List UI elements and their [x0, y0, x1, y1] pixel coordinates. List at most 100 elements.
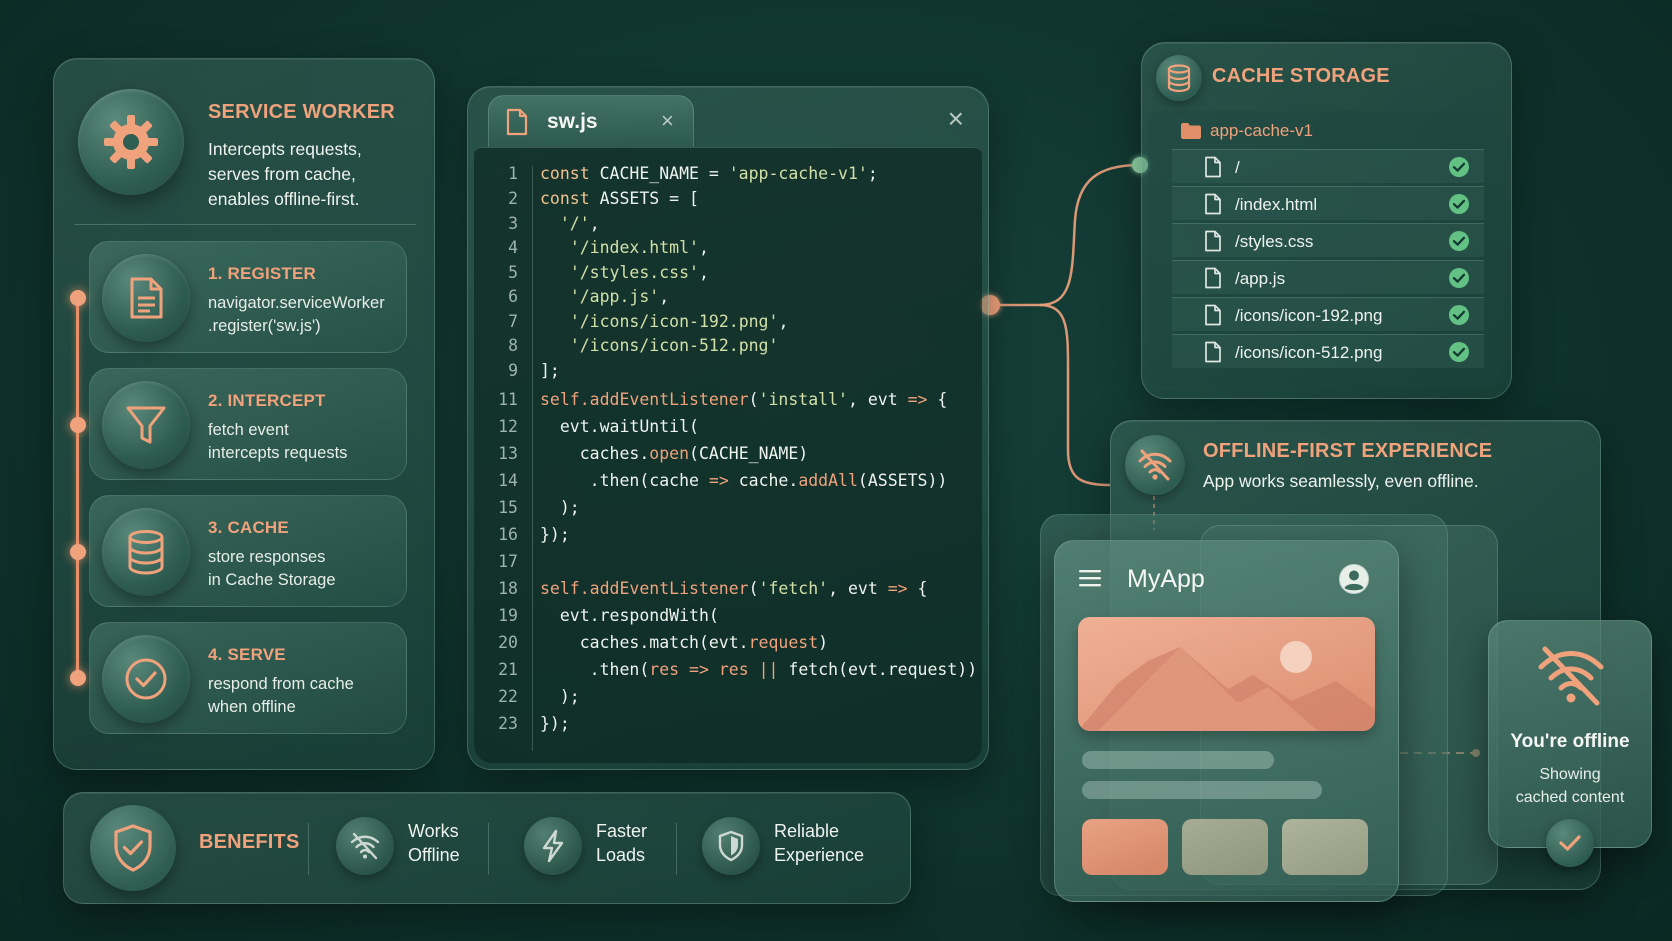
line-number: 16 [498, 525, 518, 544]
file-icon [1204, 193, 1222, 215]
benefit-label: Faster Loads [596, 821, 648, 865]
code-token: ); [540, 687, 580, 706]
file-path: / [1235, 158, 1240, 177]
lightning-icon [524, 817, 582, 875]
timeline-dot [70, 670, 86, 686]
file-path: /app.js [1235, 269, 1286, 288]
check-icon[interactable] [1546, 819, 1594, 867]
file-path: /index.html [1235, 195, 1318, 214]
step-intercept[interactable]: 2. INTERCEPT fetch event intercepts requ… [89, 368, 407, 480]
line-number: 23 [498, 714, 518, 733]
file-icon [1204, 341, 1222, 363]
code-token: fetch(evt.request)) [778, 660, 978, 679]
check-circle-icon [1448, 304, 1470, 326]
benefits-title: BENEFITS [199, 831, 300, 853]
avatar-icon[interactable] [1338, 563, 1370, 595]
step-cache[interactable]: 3. CACHE store responses in Cache Storag… [89, 495, 407, 607]
file-icon [1204, 156, 1222, 178]
cache-file-row[interactable]: /icons/icon-192.png [1172, 297, 1484, 331]
check-circle-icon [102, 635, 190, 723]
file-path: /icons/icon-512.png [1235, 343, 1383, 362]
line-number: 8 [508, 336, 518, 355]
step-title: 1. REGISTER [208, 264, 317, 283]
code-token: .then( [540, 660, 650, 679]
service-worker-title: SERVICE WORKER [208, 101, 395, 123]
code-token: { [907, 579, 928, 598]
code-token: self.addEventListener [540, 579, 749, 598]
code-line: 20 caches.match(evt.request) [474, 633, 982, 657]
cache-file-row[interactable]: /styles.css [1172, 223, 1484, 257]
code-token: => [689, 660, 709, 679]
code-body[interactable]: 1 const CACHE_NAME = 'app-cache-v1'; 2 cons… [474, 147, 982, 763]
code-token: ) [818, 633, 829, 652]
step-description: respond from cache when offline [208, 675, 354, 716]
cache-storage-panel: CACHE STORAGE app-cache-v1 / /index.html /… [1141, 42, 1512, 399]
code-token: ); [540, 498, 580, 517]
line-number: 17 [498, 552, 518, 571]
benefit-label: Reliable Experience [774, 821, 865, 865]
code-text: ]; [540, 361, 560, 380]
check-circle-icon [1448, 156, 1470, 178]
line-number: 7 [508, 312, 518, 331]
code-token: ASSETS = [ [599, 189, 699, 208]
code-token: '/styles.css' [569, 263, 699, 282]
cache-file-row[interactable]: / [1172, 149, 1484, 183]
cache-file-row[interactable]: /index.html [1172, 186, 1484, 220]
step-serve[interactable]: 4. SERVE respond from cache when offline [89, 622, 407, 734]
code-token: ( [748, 390, 759, 409]
line-number: 18 [498, 579, 518, 598]
line-number: 9 [508, 361, 518, 380]
close-icon[interactable]: × [948, 103, 964, 135]
code-token: }); [540, 714, 570, 733]
content-tile[interactable] [1282, 819, 1368, 875]
offline-toast-subtitle: Showing cached content [1515, 766, 1625, 806]
code-line: 19 evt.respondWith( [474, 606, 982, 630]
content-tile[interactable] [1082, 819, 1168, 875]
timeline-dot [70, 290, 86, 306]
code-token: self.addEventListener [540, 390, 749, 409]
line-number: 20 [498, 633, 518, 652]
file-icon [1204, 230, 1222, 252]
code-token: request [748, 633, 819, 652]
cache-file-row[interactable]: /icons/icon-512.png [1172, 334, 1484, 368]
cache-folder[interactable]: app-cache-v1 [1180, 121, 1313, 141]
offline-first-subtitle: App works seamlessly, even offline. [1203, 471, 1479, 491]
step-description: navigator.serviceWorker .register('sw.js… [208, 294, 385, 335]
tab-label: sw.js [547, 110, 598, 133]
cache-storage-title: CACHE STORAGE [1212, 65, 1390, 87]
step-register[interactable]: 1. REGISTER navigator.serviceWorker .reg… [89, 241, 407, 353]
code-token: evt.respondWith( [540, 606, 719, 625]
cache-file-row[interactable]: /app.js [1172, 260, 1484, 294]
offline-toast-title: You're offline [1510, 731, 1630, 752]
divider [308, 823, 309, 875]
tab-sw-js[interactable]: sw.js × [488, 95, 694, 147]
step-title: 3. CACHE [208, 518, 289, 537]
code-token: , [698, 238, 709, 257]
line-number: 21 [498, 660, 518, 679]
step-description: fetch event intercepts requests [208, 421, 348, 462]
code-text: evt.respondWith( [540, 606, 719, 625]
code-token: }); [540, 525, 570, 544]
content-tile[interactable] [1182, 819, 1268, 875]
code-token: , evt [847, 390, 908, 409]
code-line: 12 evt.waitUntil( [474, 417, 982, 441]
app-title: MyApp [1127, 565, 1205, 593]
line-number: 11 [498, 390, 518, 409]
tab-close-icon[interactable]: × [661, 108, 674, 134]
code-line: 14 .then(cache => cache.addAll(ASSETS)) [474, 471, 982, 495]
menu-icon[interactable] [1079, 569, 1101, 587]
code-token: (CACHE_NAME) [689, 444, 809, 463]
filter-icon [102, 381, 190, 469]
code-line: 11 self.addEventListener('install', evt =… [474, 390, 982, 414]
hero-image-placeholder [1078, 617, 1375, 731]
check-circle-icon [1448, 341, 1470, 363]
code-line: 15 ); [474, 498, 982, 522]
code-token: '/app.js' [569, 287, 660, 306]
line-number: 5 [508, 263, 518, 282]
service-worker-description: Intercepts requests, serves from cache, … [208, 139, 362, 209]
step-title: 4. SERVE [208, 645, 286, 664]
database-icon [1156, 55, 1202, 101]
